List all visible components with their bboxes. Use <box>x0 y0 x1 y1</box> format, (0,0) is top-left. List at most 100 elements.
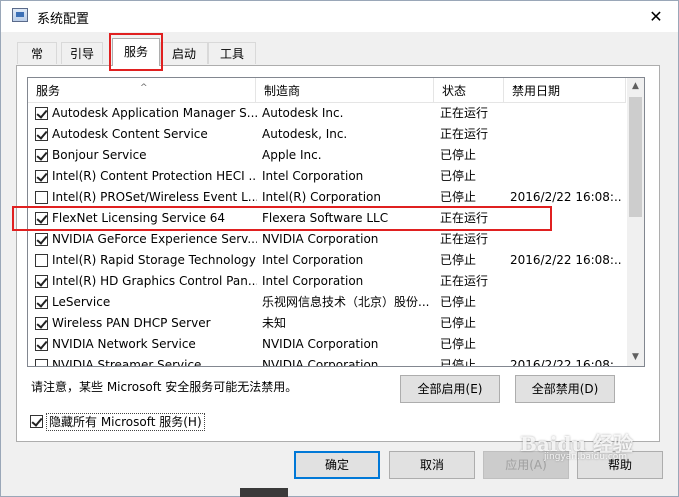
service-manufacturer: Intel Corporation <box>262 169 364 183</box>
service-row[interactable]: Bonjour Service Apple Inc. 已停止 <box>28 145 626 166</box>
checkmark-icon <box>36 296 48 308</box>
tab-tools[interactable]: 工具 <box>208 42 256 64</box>
tab-general[interactable]: 常规 <box>17 42 57 83</box>
service-row[interactable]: NVIDIA Network Service NVIDIA Corporation… <box>28 334 626 355</box>
service-manufacturer: NVIDIA Corporation <box>262 232 379 246</box>
service-name: LeService <box>52 295 111 309</box>
tab-startup[interactable]: 启动 <box>160 42 208 64</box>
service-checkbox[interactable] <box>35 212 48 225</box>
service-manufacturer: Intel Corporation <box>262 274 364 288</box>
service-row[interactable]: FlexNet Licensing Service 64 Flexera Soft… <box>28 208 626 229</box>
sort-ascending-icon: ^ <box>140 83 148 93</box>
service-checkbox[interactable] <box>35 107 48 120</box>
service-checkbox[interactable] <box>35 296 48 309</box>
list-header: ^ 服务 制造商 状态 禁用日期 <box>28 78 626 103</box>
service-manufacturer: Intel Corporation <box>262 253 364 267</box>
checkmark-icon <box>36 338 48 350</box>
checkmark-icon <box>36 107 48 119</box>
service-manufacturer: Intel(R) Corporation <box>262 190 381 204</box>
column-header-manufacturer[interactable]: 制造商 <box>256 78 434 102</box>
service-manufacturer: 未知 <box>262 316 287 330</box>
service-manufacturer: NVIDIA Corporation <box>262 337 379 351</box>
service-checkbox[interactable] <box>35 170 48 183</box>
column-header-disabled-date[interactable]: 禁用日期 <box>504 78 626 102</box>
service-checkbox[interactable] <box>35 338 48 351</box>
taskbar-fragment <box>240 488 288 497</box>
service-checkbox[interactable] <box>35 191 48 204</box>
title-bar: 系统配置 ✕ <box>0 0 679 32</box>
service-status: 已停止 <box>440 316 477 330</box>
checkmark-icon <box>36 149 48 161</box>
service-status: 已停止 <box>440 169 477 183</box>
service-status: 正在运行 <box>440 274 489 288</box>
scroll-down-arrow-icon[interactable]: ▼ <box>627 349 644 366</box>
service-name: FlexNet Licensing Service 64 <box>52 211 226 225</box>
service-name: Autodesk Application Manager S... <box>52 106 257 120</box>
services-list[interactable]: ^ 服务 制造商 状态 禁用日期 Autodesk Application Ma… <box>27 77 645 367</box>
service-manufacturer: Autodesk, Inc. <box>262 127 348 141</box>
scrollbar-thumb[interactable] <box>629 97 642 217</box>
service-status: 已停止 <box>440 295 477 309</box>
service-status: 正在运行 <box>440 127 489 141</box>
service-row[interactable]: Intel(R) Rapid Storage Technology Intel C… <box>28 250 626 271</box>
service-row[interactable]: Intel(R) Content Protection HECI ... Inte… <box>28 166 626 187</box>
window-title: 系统配置 <box>37 12 90 27</box>
service-row[interactable]: Wireless PAN DHCP Server 未知 已停止 <box>28 313 626 334</box>
checkbox[interactable] <box>30 415 43 428</box>
service-manufacturer: Flexera Software LLC <box>262 211 389 225</box>
service-name: Intel(R) PROSet/Wireless Event L... <box>52 190 257 204</box>
msconfig-app-icon <box>12 8 28 22</box>
service-row[interactable]: Intel(R) PROSet/Wireless Event L... Intel… <box>28 187 626 208</box>
hide-microsoft-services-label: 隐藏所有 Microsoft 服务(H) <box>46 413 205 431</box>
checkmark-icon <box>36 317 48 329</box>
service-row[interactable]: NVIDIA GeForce Experience Serv... NVIDIA … <box>28 229 626 250</box>
service-manufacturer: Autodesk Inc. <box>262 106 344 120</box>
service-checkbox[interactable] <box>35 128 48 141</box>
disable-all-button[interactable]: 全部禁用(D) <box>515 375 615 403</box>
close-button[interactable]: ✕ <box>633 0 679 32</box>
enable-all-button[interactable]: 全部启用(E) <box>400 375 500 403</box>
checkmark-icon <box>36 212 48 224</box>
tab-services[interactable]: 服务 <box>112 38 160 66</box>
service-checkbox[interactable] <box>35 317 48 330</box>
scroll-up-arrow-icon[interactable]: ▲ <box>627 78 644 95</box>
service-checkbox[interactable] <box>35 275 48 288</box>
service-row[interactable]: Autodesk Content Service Autodesk, Inc. 正在… <box>28 124 626 145</box>
service-row[interactable]: Autodesk Application Manager S... Autodes… <box>28 103 626 124</box>
baidu-watermark: Baidu 经验 jingyan.baidu.com <box>520 428 633 462</box>
service-name: Intel(R) HD Graphics Control Pan... <box>52 274 257 288</box>
service-checkbox[interactable] <box>35 359 48 366</box>
service-name: Wireless PAN DHCP Server <box>52 316 211 330</box>
service-status: 已停止 <box>440 253 477 267</box>
service-status: 正在运行 <box>440 232 489 246</box>
service-status: 已停止 <box>440 148 477 162</box>
service-status: 正在运行 <box>440 211 489 225</box>
service-name: NVIDIA GeForce Experience Serv... <box>52 232 257 246</box>
service-row[interactable]: LeService 乐视网信息技术（北京）股份... 已停止 <box>28 292 626 313</box>
column-header-status[interactable]: 状态 <box>434 78 504 102</box>
service-checkbox[interactable] <box>35 233 48 246</box>
service-name: Intel(R) Rapid Storage Technology <box>52 253 256 267</box>
tab-boot[interactable]: 引导 <box>61 42 103 64</box>
service-row[interactable]: NVIDIA Streamer Service NVIDIA Corporatio… <box>28 355 626 367</box>
service-name: Intel(R) Content Protection HECI ... <box>52 169 257 183</box>
service-checkbox[interactable] <box>35 254 48 267</box>
service-row[interactable]: Intel(R) HD Graphics Control Pan... Intel… <box>28 271 626 292</box>
service-manufacturer: Apple Inc. <box>262 148 322 162</box>
column-header-service[interactable]: ^ 服务 <box>28 78 256 102</box>
service-name: NVIDIA Streamer Service <box>52 358 202 367</box>
service-name: NVIDIA Network Service <box>52 337 196 351</box>
cancel-button[interactable]: 取消 <box>389 451 475 479</box>
service-status: 已停止 <box>440 190 477 204</box>
checkmark-icon <box>36 128 48 140</box>
ok-button[interactable]: 确定 <box>294 451 380 479</box>
checkmark-icon <box>31 415 43 427</box>
service-name: Autodesk Content Service <box>52 127 208 141</box>
vertical-scrollbar[interactable]: ▲ ▼ <box>627 78 644 366</box>
service-manufacturer: NVIDIA Corporation <box>262 358 379 367</box>
service-name: Bonjour Service <box>52 148 147 162</box>
service-rows: Autodesk Application Manager S... Autodes… <box>28 103 626 367</box>
service-status: 正在运行 <box>440 106 489 120</box>
service-checkbox[interactable] <box>35 149 48 162</box>
checkmark-icon <box>36 170 48 182</box>
